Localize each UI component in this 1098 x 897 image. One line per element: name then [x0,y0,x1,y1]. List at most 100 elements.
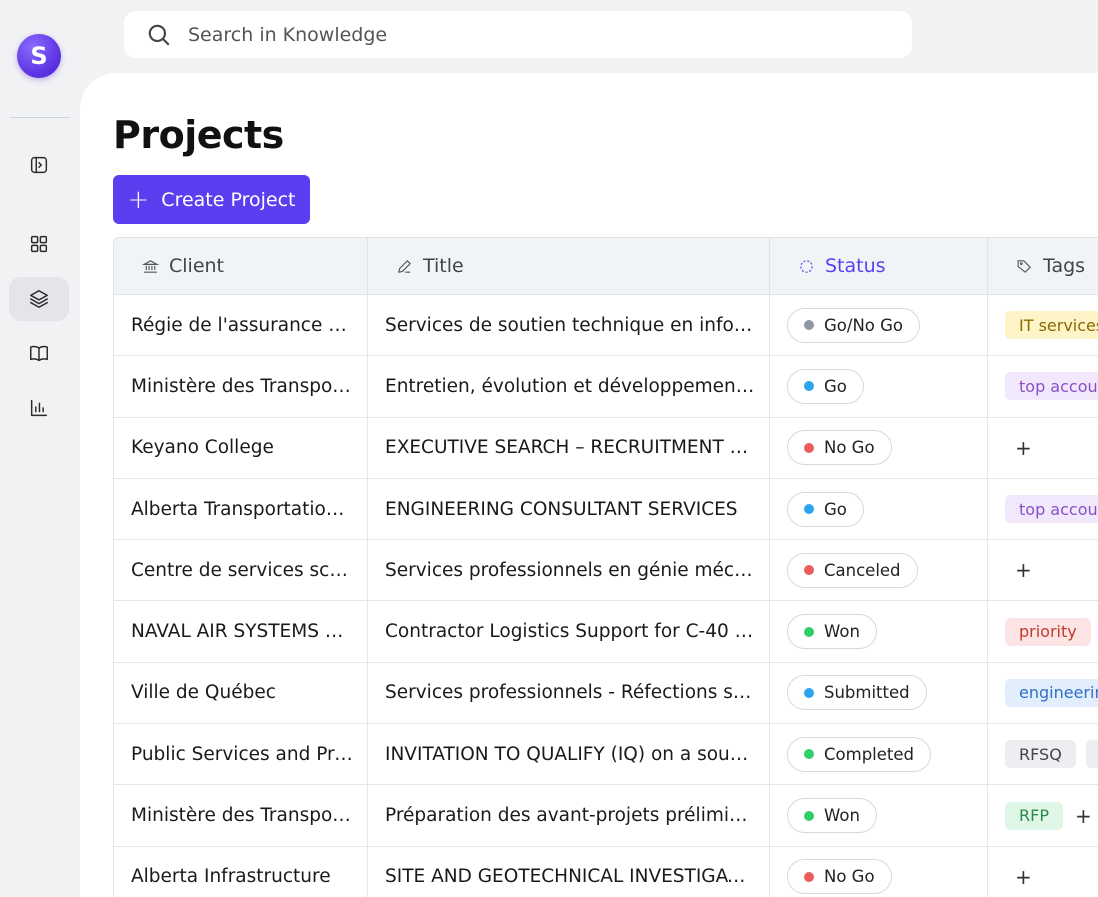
cell-status: Go/No Go [770,295,988,356]
status-badge[interactable]: Canceled [787,552,918,588]
client-name: Keyano College [131,437,274,459]
tag-chip[interactable] [1085,740,1098,769]
book-icon [30,345,48,362]
page-title: Projects [113,113,284,157]
table-row[interactable]: Public Services and Procurement Canada IN… [114,724,1098,786]
sidebar-item-projects[interactable] [9,277,69,321]
cell-title: ENGINEERING CONSULTANT SERVICES [368,478,770,540]
table-row[interactable]: Ministère des Transports du Québec Prépar… [114,785,1098,847]
status-badge[interactable]: Completed [787,736,931,772]
table-row[interactable]: Alberta Transportation and Economic Corr… [114,478,1098,541]
table-row[interactable]: Régie de l'assurance maladie du Québec Se… [114,295,1098,357]
status-dot-icon [804,442,814,453]
status-badge[interactable]: Go/No Go [787,307,921,343]
cell-tags: RFSQ [988,724,1098,784]
sidebar: S [0,0,80,897]
table-row[interactable]: Ville de Québec Services professionnels -… [114,662,1098,725]
app-logo[interactable]: S [17,34,61,78]
tag-chip[interactable]: top account [1005,495,1098,524]
cell-client: Centre de services scolaire de Montréal [114,540,368,601]
status-badge[interactable]: Go [787,368,864,404]
status-label: Go [824,376,847,396]
cell-title: Services professionnels en génie mécaniq… [368,540,770,601]
column-header-client[interactable]: Client [114,238,368,294]
bar-chart-icon [30,399,48,417]
cell-title: SITE AND GEOTECHNICAL INVESTIGATION [368,846,770,897]
tag-chip[interactable]: RFP [1005,801,1063,830]
table-row[interactable]: Ministère des Transports du Québec Entret… [114,356,1098,418]
cell-status: Won [770,601,988,662]
cell-title: Préparation des avant-projets préliminai… [368,785,770,846]
status-badge[interactable]: Submitted [787,675,927,711]
client-name: Ville de Québec [131,682,276,704]
status-badge[interactable]: Won [787,798,877,834]
cell-tags: engineering [988,663,1098,723]
status-badge[interactable]: Go [787,491,864,527]
cell-status: Go [770,478,988,540]
cell-title: INVITATION TO QUALIFY (IQ) on a source l… [368,724,770,785]
dashed-circle-icon [800,259,813,273]
tag-chip[interactable]: priority [1005,617,1091,646]
sidebar-item-analytics[interactable] [9,386,69,430]
tag-chip[interactable]: top account [1005,372,1098,401]
plus-icon: + [127,184,150,215]
project-title: Services de soutien technique en informa… [385,314,755,336]
search-input[interactable] [188,23,788,46]
status-dot-icon [804,320,814,331]
status-badge[interactable]: No Go [787,859,892,895]
cell-status: No Go [770,846,988,897]
table-header: Client Title Status Tags [114,238,1098,295]
pencil-icon [398,259,411,273]
search-icon [148,24,170,46]
add-tag-icon[interactable]: + [1005,865,1032,889]
add-tag-icon[interactable]: + [1073,804,1092,828]
add-tag-icon[interactable]: + [1005,436,1032,460]
status-label: Canceled [824,560,901,580]
column-header-status[interactable]: Status [770,238,988,294]
create-project-button[interactable]: + Create Project [113,175,310,224]
add-tag-icon[interactable]: + [1005,558,1032,582]
cell-tags: + [988,847,1098,897]
status-dot-icon [804,565,814,576]
column-header-tags[interactable]: Tags [988,238,1098,294]
cell-status: Completed [770,724,988,785]
status-badge[interactable]: Won [787,614,877,650]
table-row[interactable]: Keyano College EXECUTIVE SEARCH – RECRUIT… [114,417,1098,479]
project-title: Services professionnels en génie mécaniq… [385,559,755,581]
status-label: Won [824,622,860,642]
status-dot-icon [804,810,814,821]
status-dot-icon [804,749,814,760]
tag-chip[interactable]: RFSQ [1005,740,1076,769]
sidebar-divider [10,117,70,118]
cell-title: Contractor Logistics Support for C-40 ai… [368,601,770,662]
tag-chip[interactable]: IT services [1005,311,1098,340]
cell-title: Services professionnels - Réfections str… [368,662,770,724]
layers-icon [30,290,48,308]
column-header-title[interactable]: Title [368,238,770,294]
search-bar[interactable] [124,11,912,58]
cell-tags: priority [988,601,1098,661]
status-badge[interactable]: No Go [787,430,892,466]
client-name: Régie de l'assurance maladie du Québec [131,314,353,336]
sidebar-item-dashboard[interactable] [9,222,69,266]
sidebar-toggle-button[interactable] [9,143,69,187]
cell-client: Alberta Infrastructure [114,846,368,897]
table-row[interactable]: Alberta Infrastructure SITE AND GEOTECHNI… [114,846,1098,897]
table-row[interactable]: NAVAL AIR SYSTEMS COMMAND Contractor Logi… [114,601,1098,663]
table-row[interactable]: Centre de services scolaire de Montréal S… [114,540,1098,602]
column-label-title: Title [423,255,464,277]
client-name: NAVAL AIR SYSTEMS COMMAND [131,621,353,643]
tag-chip[interactable]: engineering [1005,678,1098,707]
column-label-tags: Tags [1043,255,1086,277]
cell-tags: IT services [988,295,1098,355]
project-title: EXECUTIVE SEARCH – RECRUITMENT SERVICES [385,437,755,459]
client-name: Public Services and Procurement Canada [131,743,353,765]
sidebar-item-knowledge[interactable] [9,331,69,375]
cell-title: EXECUTIVE SEARCH – RECRUITMENT SERVICES [368,417,770,478]
main-panel: Projects + Create Project Client Title S… [80,73,1098,897]
cell-tags: RFP + [988,785,1098,845]
client-name: Ministère des Transports du Québec [131,805,353,827]
status-label: No Go [824,867,875,887]
bank-icon [142,259,159,273]
cell-status: Go [770,356,988,417]
